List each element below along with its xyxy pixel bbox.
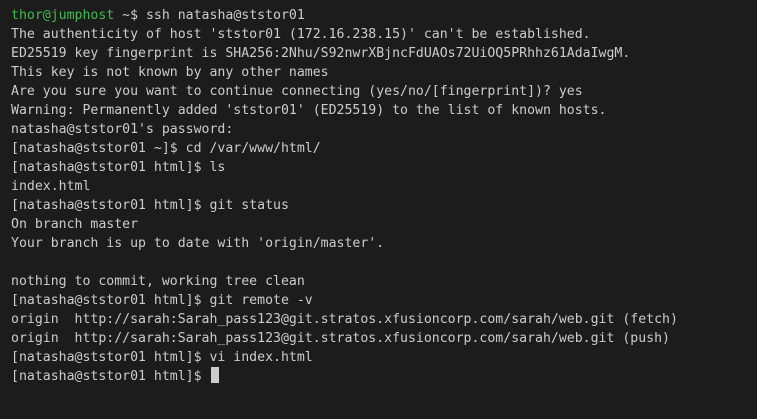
active-prompt: [natasha@ststor01 html]$ — [11, 369, 210, 384]
output-line: This key is not known by any other names — [11, 65, 329, 80]
output-line: nothing to commit, working tree clean — [11, 274, 305, 289]
output-line: [natasha@ststor01 html]$ vi index.html — [11, 350, 313, 365]
terminal-window[interactable]: thor@jumphost ~$ ssh natasha@ststor01 Th… — [0, 0, 757, 419]
text-cursor[interactable] — [210, 367, 219, 383]
output-line: natasha@ststor01's password: — [11, 122, 242, 137]
active-prompt-line[interactable]: [natasha@ststor01 html]$ — [11, 367, 757, 386]
prompt-symbol: ~$ — [114, 8, 146, 23]
output-line: ED25519 key fingerprint is SHA256:2Nhu/S… — [11, 46, 631, 61]
output-line: Your branch is up to date with 'origin/m… — [11, 236, 385, 251]
output-line: [natasha@ststor01 html]$ ls — [11, 160, 226, 175]
prompt-command: ssh natasha@ststor01 — [145, 8, 305, 23]
output-line: The authenticity of host 'ststor01 (172.… — [11, 27, 591, 42]
output-line: Warning: Permanently added 'ststor01' (E… — [11, 103, 607, 118]
output-line: [natasha@ststor01 ~]$ cd /var/www/html/ — [11, 141, 321, 156]
prompt-user-host: thor@jumphost — [11, 8, 115, 23]
first-prompt-line: thor@jumphost ~$ ssh natasha@ststor01 — [11, 6, 757, 25]
output-line: [natasha@ststor01 html]$ git remote -v — [11, 293, 313, 308]
output-line: [natasha@ststor01 html]$ git status — [11, 198, 289, 213]
output-line: On branch master — [11, 217, 139, 232]
output-line: origin http://sarah:Sarah_pass123@git.st… — [11, 331, 670, 346]
output-line: origin http://sarah:Sarah_pass123@git.st… — [11, 312, 678, 327]
output-line: index.html — [11, 179, 91, 194]
output-line: Are you sure you want to continue connec… — [11, 84, 583, 99]
